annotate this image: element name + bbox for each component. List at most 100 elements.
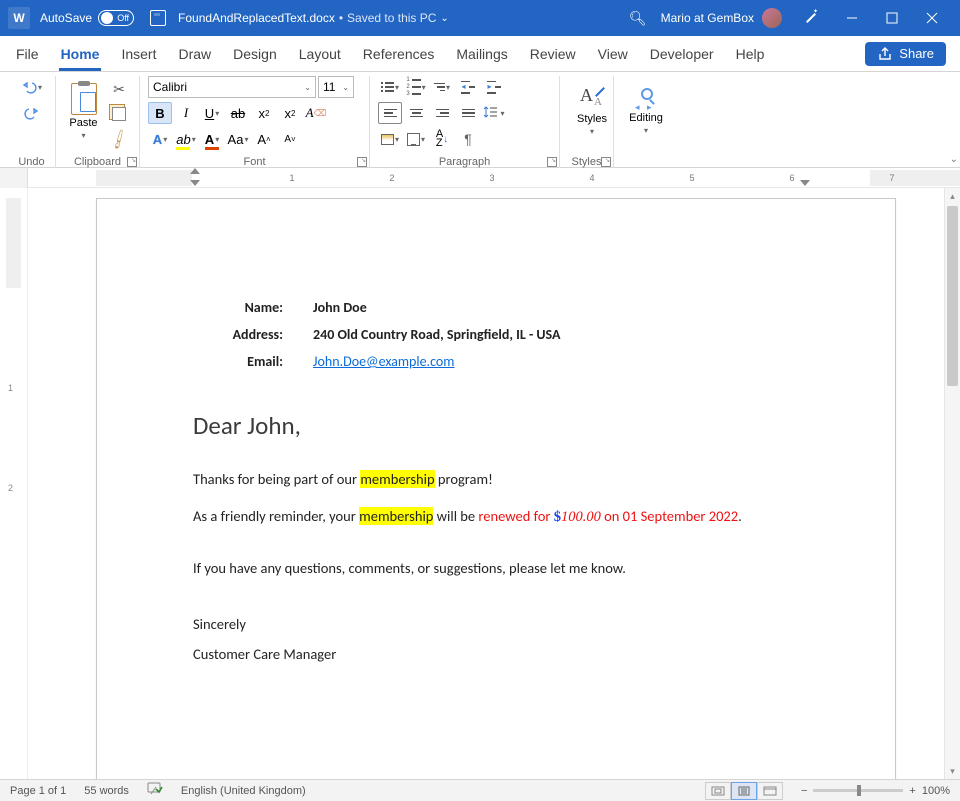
value-email[interactable]: John.Doe@example.com [313, 353, 454, 370]
align-left-icon [384, 109, 397, 118]
autosave-toggle[interactable]: AutoSave Off [40, 10, 134, 26]
word-count[interactable]: 55 words [84, 785, 129, 797]
print-layout-button[interactable] [731, 782, 757, 800]
subscript-button[interactable]: x2 [252, 102, 276, 124]
vertical-scrollbar[interactable]: ▴ ▾ [944, 188, 960, 779]
clipboard-dialog-launcher[interactable]: ↘ [127, 157, 137, 167]
align-right-button[interactable] [430, 102, 454, 124]
toggle-icon[interactable]: Off [98, 10, 134, 26]
underline-button[interactable]: U▾ [200, 102, 224, 124]
focus-mode-button[interactable] [705, 782, 731, 800]
justify-button[interactable] [456, 102, 480, 124]
paragraph-dialog-launcher[interactable]: ↘ [547, 157, 557, 167]
page[interactable]: Name:John Doe Address:240 Old Country Ro… [96, 198, 896, 779]
coming-soon-icon[interactable] [792, 0, 832, 36]
zoom-in-button[interactable]: + [909, 785, 915, 797]
scroll-down-button[interactable]: ▾ [945, 763, 960, 779]
tab-layout[interactable]: Layout [297, 40, 343, 71]
vertical-ruler[interactable]: 1 2 [0, 188, 28, 779]
font-name-select[interactable]: Calibri⌄ [148, 76, 316, 98]
editing-button[interactable]: ◂▸ Editing ▾ [622, 76, 670, 146]
change-case-button[interactable]: Aa▾ [226, 128, 250, 150]
text-effects-button[interactable]: A▾ [148, 128, 172, 150]
sort-button[interactable]: AZ↓ [430, 128, 454, 150]
collapse-ribbon-button[interactable]: ⌄ [950, 154, 958, 165]
share-button[interactable]: Share [865, 42, 946, 66]
right-indent-icon[interactable] [800, 180, 810, 186]
tab-file[interactable]: File [14, 40, 41, 71]
ribbon: ▾ Undo Paste ▾ ✂ 🖌 Clipboard ↘ Calibri⌄ … [0, 72, 960, 168]
status-bar: Page 1 of 1 55 words English (United Kin… [0, 779, 960, 801]
first-line-indent-icon[interactable] [190, 168, 200, 174]
font-dialog-launcher[interactable]: ↘ [357, 157, 367, 167]
search-icon[interactable]: 🔍︎ [629, 10, 647, 27]
font-size-select[interactable]: 11⌄ [318, 76, 354, 98]
clear-formatting-button[interactable]: A⌫ [304, 102, 328, 124]
paste-button[interactable]: Paste ▾ [64, 76, 103, 146]
tab-home[interactable]: Home [59, 40, 102, 71]
styles-button[interactable]: AA Styles ▾ [568, 76, 616, 146]
bold-button[interactable]: B [148, 102, 172, 124]
strikethrough-button[interactable]: ab [226, 102, 250, 124]
zoom-out-button[interactable]: − [801, 785, 807, 797]
minimize-button[interactable] [832, 0, 872, 36]
borders-button[interactable]: ▾ [404, 128, 428, 150]
show-marks-button[interactable]: ¶ [456, 128, 480, 150]
zoom-control[interactable]: − + 100% [801, 785, 950, 797]
align-left-button[interactable] [378, 102, 402, 124]
zoom-level[interactable]: 100% [922, 785, 950, 797]
tab-references[interactable]: References [361, 40, 437, 71]
italic-button[interactable]: I [174, 102, 198, 124]
page-indicator[interactable]: Page 1 of 1 [10, 785, 66, 797]
web-layout-button[interactable] [757, 782, 783, 800]
font-color-button[interactable]: A▾ [200, 128, 224, 150]
tab-draw[interactable]: Draw [176, 40, 213, 71]
decrease-indent-button[interactable]: ◂ [456, 76, 480, 98]
grow-font-button[interactable]: A˄ [252, 128, 276, 150]
redo-button[interactable] [16, 102, 47, 124]
numbering-button[interactable]: 123▾ [404, 76, 428, 98]
tab-view[interactable]: View [596, 40, 630, 71]
signoff: Sincerely [193, 615, 799, 633]
highlight-button[interactable]: ab▾ [174, 128, 198, 150]
language-indicator[interactable]: English (United Kingdom) [181, 785, 306, 797]
spellcheck-icon[interactable] [147, 782, 163, 799]
tab-mailings[interactable]: Mailings [454, 40, 509, 71]
copy-button[interactable] [107, 103, 131, 125]
indent-icon: ▸ [487, 81, 500, 94]
shading-icon [381, 134, 394, 145]
increase-indent-button[interactable]: ▸ [482, 76, 506, 98]
close-button[interactable] [912, 0, 952, 36]
avatar-icon [762, 8, 782, 28]
chevron-down-icon[interactable]: ⌄ [440, 13, 448, 24]
workspace: 1 2 Name:John Doe Address:240 Old Countr… [0, 188, 960, 779]
hanging-indent-icon[interactable] [190, 180, 200, 186]
shading-button[interactable]: ▾ [378, 128, 402, 150]
undo-button[interactable]: ▾ [16, 76, 47, 98]
multilevel-list-button[interactable]: ▾ [430, 76, 454, 98]
line-spacing-button[interactable]: ▾ [482, 102, 506, 124]
document-title[interactable]: FoundAndReplacedText.docx • Saved to thi… [178, 11, 449, 25]
align-center-button[interactable] [404, 102, 428, 124]
shrink-font-button[interactable]: A˅ [278, 128, 302, 150]
user-name: Mario at GemBox [661, 11, 754, 25]
tab-help[interactable]: Help [734, 40, 767, 71]
tab-developer[interactable]: Developer [648, 40, 716, 71]
cut-button[interactable]: ✂ [107, 78, 131, 100]
superscript-button[interactable]: x2 [278, 102, 302, 124]
bullets-button[interactable]: ▾ [378, 76, 402, 98]
format-painter-button[interactable]: 🖌 [107, 128, 131, 150]
scroll-up-button[interactable]: ▴ [945, 188, 960, 204]
styles-dialog-launcher[interactable]: ↘ [601, 157, 611, 167]
account-button[interactable]: Mario at GemBox [661, 8, 782, 28]
tab-selector[interactable] [0, 168, 28, 188]
tab-insert[interactable]: Insert [119, 40, 158, 71]
tab-design[interactable]: Design [231, 40, 279, 71]
save-icon[interactable] [150, 10, 166, 26]
maximize-button[interactable] [872, 0, 912, 36]
horizontal-ruler[interactable]: 1 2 3 4 5 6 7 [0, 168, 960, 188]
document-area[interactable]: Name:John Doe Address:240 Old Country Ro… [28, 188, 944, 779]
scroll-thumb[interactable] [947, 206, 958, 386]
zoom-slider[interactable] [813, 789, 903, 792]
tab-review[interactable]: Review [528, 40, 578, 71]
